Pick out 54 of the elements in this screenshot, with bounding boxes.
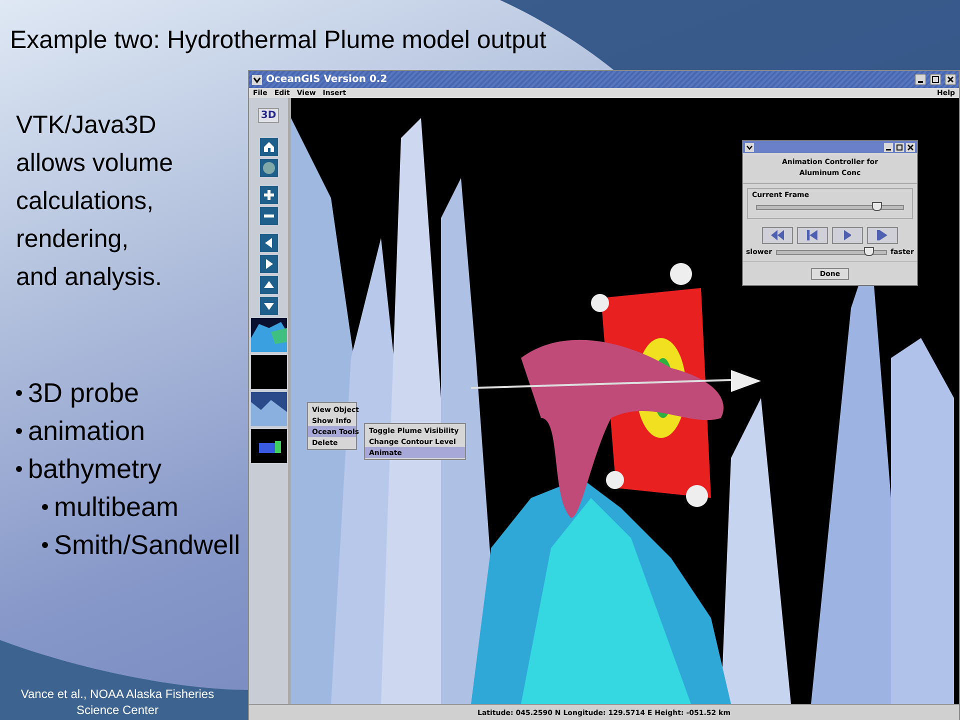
body-text-line: calculations, [16, 186, 155, 217]
step-forward-button[interactable] [867, 227, 898, 244]
maximize-icon[interactable] [930, 74, 941, 85]
home-icon[interactable] [260, 138, 278, 156]
minimize-icon[interactable] [884, 142, 893, 152]
rewind-button[interactable] [762, 227, 793, 244]
speed-slider[interactable] [776, 250, 887, 254]
bullet-icon [16, 428, 22, 434]
zoom-out-icon[interactable] [260, 207, 278, 225]
bullet-text: bathymetry [28, 453, 162, 486]
pan-down-icon[interactable] [260, 297, 278, 315]
body-text-line: and analysis. [16, 262, 163, 293]
credit-text-line: Vance et al., NOAA Alaska Fisheries [20, 686, 216, 702]
body-text-line: rendering, [16, 224, 130, 255]
step-back-button[interactable] [797, 227, 828, 244]
bullet-icon [42, 504, 48, 510]
rewind-icon [771, 230, 784, 241]
body-text-line: allows volume [16, 148, 174, 179]
minimize-icon[interactable] [915, 74, 926, 85]
bullet-text: Smith/Sandwell [54, 529, 240, 562]
play-button[interactable] [832, 227, 863, 244]
pan-up-icon[interactable] [260, 276, 278, 294]
maximize-icon[interactable] [895, 142, 904, 152]
slide-title: Example two: Hydrothermal Plume model output [10, 26, 546, 55]
dark-thumbnail[interactable] [250, 355, 286, 389]
probe-axis-arrow[interactable] [470, 370, 761, 392]
bullet-icon [16, 390, 22, 396]
frame-slider[interactable] [756, 205, 904, 210]
play-icon [844, 230, 852, 241]
bullet-text: multibeam [54, 491, 179, 524]
credit-text-line: Science Center [75, 702, 160, 718]
plume-thumbnail[interactable] [250, 429, 286, 463]
terrain-thumbnail[interactable] [250, 318, 286, 352]
step-back-icon [807, 230, 818, 241]
chevron-down-icon[interactable] [745, 142, 754, 152]
probe-handles-drawing[interactable] [591, 263, 708, 507]
bullet-icon [42, 542, 48, 548]
close-icon[interactable] [906, 142, 915, 152]
step-forward-icon [877, 230, 888, 241]
slider-thumb[interactable] [872, 202, 882, 211]
3d-view-button[interactable]: 3D [258, 108, 280, 123]
bullet-icon [16, 466, 22, 472]
pan-right-icon[interactable] [260, 255, 278, 273]
slider-thumb[interactable] [864, 246, 874, 256]
globe-icon[interactable] [260, 159, 278, 177]
seafloor-thumbnail[interactable] [250, 392, 286, 426]
pan-left-icon[interactable] [260, 234, 278, 252]
zoom-in-icon[interactable] [260, 186, 278, 204]
chevron-down-icon[interactable] [252, 74, 262, 84]
body-text-line: VTK/Java3D [16, 110, 158, 141]
bullet-text: 3D probe [28, 377, 140, 410]
bullet-text: animation [28, 415, 146, 448]
window-title: OceanGIS Version 0.2 [266, 74, 388, 85]
close-icon[interactable] [945, 74, 956, 85]
